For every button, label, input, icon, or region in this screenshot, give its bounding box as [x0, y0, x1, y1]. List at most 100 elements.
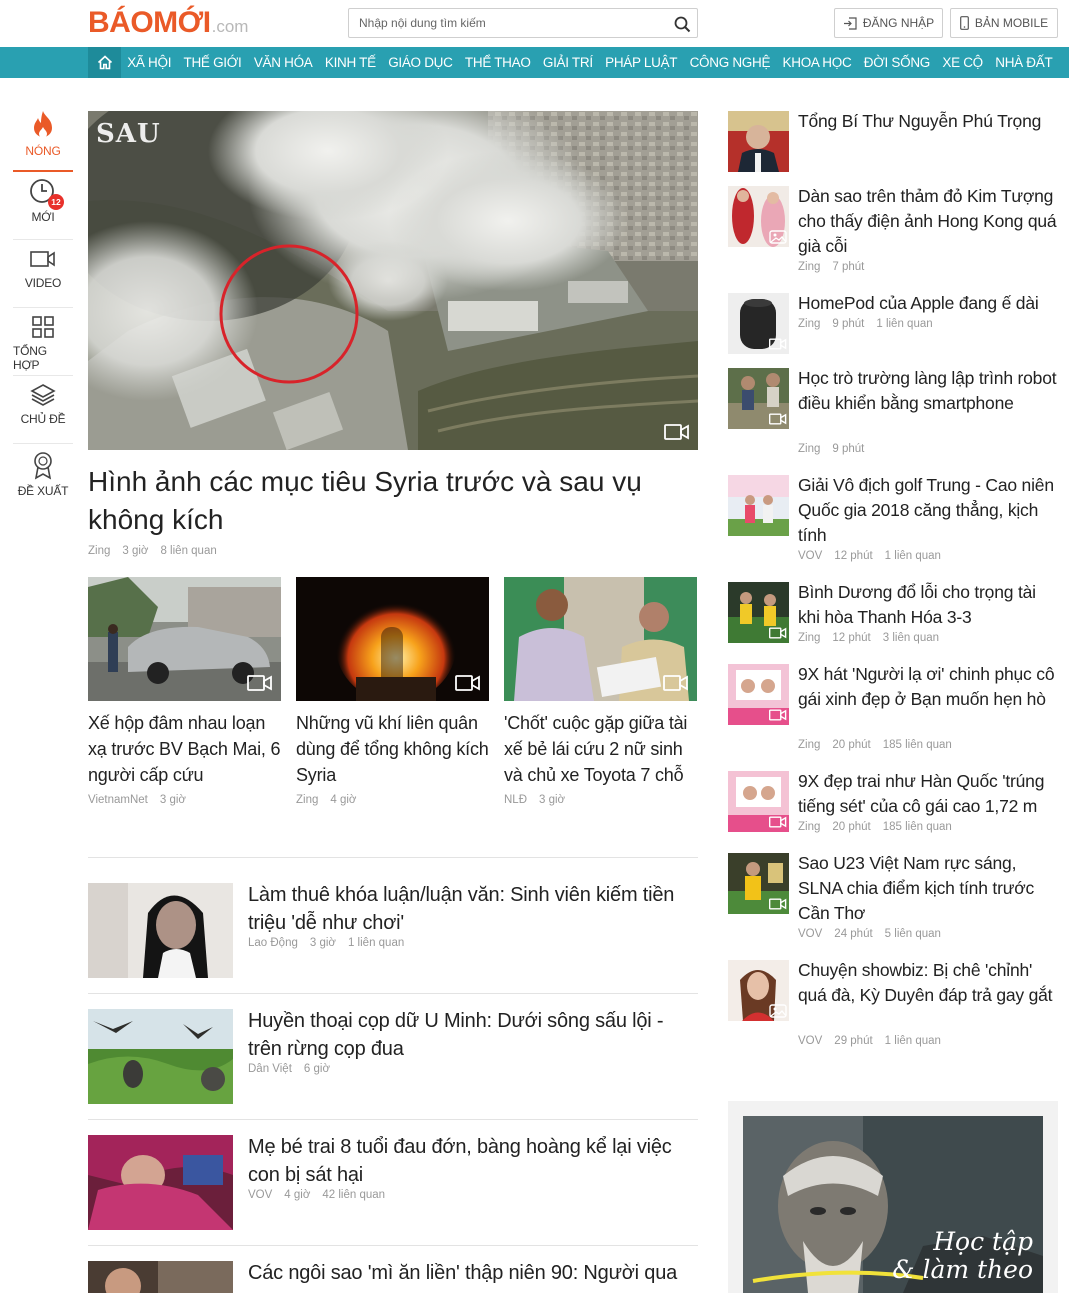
side-image[interactable] — [728, 111, 789, 172]
list-source[interactable]: VOV — [248, 1189, 272, 1201]
side-source[interactable]: VOV — [798, 928, 822, 940]
side-image[interactable] — [728, 475, 789, 536]
rail-item-suggest[interactable]: ĐỀ XUẤT — [13, 444, 73, 512]
login-icon — [843, 16, 857, 30]
site-logo[interactable]: BÁOMỚI .com — [88, 6, 248, 42]
side-title[interactable]: Chuyện showbiz: Bị chê 'chỉnh' quá đà, K… — [798, 958, 1060, 1008]
nav-item[interactable]: KHOA HỌC — [776, 47, 857, 78]
login-button[interactable]: ĐĂNG NHẬP — [834, 8, 943, 38]
card-item[interactable]: Những vũ khí liên quân dùng để tổng khôn… — [296, 577, 489, 806]
side-image[interactable] — [728, 771, 789, 832]
nav-item[interactable]: XE CỘ — [936, 47, 989, 78]
list-item[interactable]: Các ngôi sao 'mì ăn liền' thập niên 90: … — [88, 1261, 698, 1293]
home-icon[interactable] — [88, 47, 121, 78]
list-item[interactable]: Làm thuê khóa luận/luận văn: Sinh viên k… — [88, 883, 698, 979]
card-title[interactable]: Xế hộp đâm nhau loạn xạ trước BV Bạch Ma… — [88, 710, 281, 788]
side-title[interactable]: Tổng Bí Thư Nguyễn Phú Trọng — [798, 109, 1060, 134]
rail-item-summary[interactable]: TỔNG HỢP — [13, 308, 73, 376]
card-title[interactable]: 'Chốt' cuộc gặp giữa tài xế bẻ lái cứu 2… — [504, 710, 697, 788]
side-image[interactable] — [728, 293, 789, 354]
side-related[interactable]: 1 liên quan — [885, 1035, 941, 1047]
side-related[interactable]: 185 liên quan — [883, 739, 952, 751]
card-source[interactable]: VietnamNet — [88, 794, 148, 806]
list-related[interactable]: 1 liên quan — [348, 937, 404, 949]
list-image[interactable] — [88, 1135, 233, 1230]
card-image[interactable] — [504, 577, 697, 701]
list-item[interactable]: Huyền thoại cọp dữ U Minh: Dưới sông sấu… — [88, 1009, 698, 1105]
promo-image[interactable]: Học tập & làm theo — [743, 1116, 1043, 1293]
nav-item[interactable]: THỂ THAO — [459, 47, 537, 78]
side-title[interactable]: 9X hát 'Người lạ ơi' chinh phục cô gái x… — [798, 662, 1060, 712]
list-title[interactable]: Làm thuê khóa luận/luận văn: Sinh viên k… — [248, 881, 698, 937]
side-related[interactable]: 3 liên quan — [883, 632, 939, 644]
list-source[interactable]: Dân Việt — [248, 1063, 292, 1075]
nav-item[interactable]: GIẢI TRÍ — [537, 47, 599, 78]
side-title[interactable]: Học trò trường làng lập trình robot điều… — [798, 366, 1060, 416]
side-title[interactable]: Giải Vô địch golf Trung - Cao niên Quốc … — [798, 473, 1060, 548]
side-related[interactable]: 1 liên quan — [885, 550, 941, 562]
nav-item[interactable]: XÃ HỘI — [121, 47, 177, 78]
rail-item-new[interactable]: 12 MỚI — [13, 172, 73, 240]
nav-item[interactable]: ĐỜI SỐNG — [858, 47, 937, 78]
card-meta: VietnamNet 3 giờ — [88, 794, 281, 806]
side-image[interactable] — [728, 960, 789, 1021]
nav-item[interactable]: PHÁP LUẬT — [599, 47, 683, 78]
side-source[interactable]: Zing — [798, 261, 820, 273]
rail-item-video[interactable]: VIDEO — [13, 240, 73, 308]
side-title[interactable]: HomePod của Apple đang ế dài — [798, 291, 1060, 316]
side-title[interactable]: 9X đẹp trai như Hàn Quốc 'trúng tiếng sé… — [798, 769, 1060, 819]
nav-item[interactable]: CÔNG NGHỆ — [683, 47, 776, 78]
side-image[interactable] — [728, 368, 789, 429]
hero-title[interactable]: Hình ảnh các mục tiêu Syria trước và sau… — [88, 463, 698, 539]
card-source[interactable]: NLĐ — [504, 794, 527, 806]
nav-item[interactable]: THẾ GIỚI — [177, 47, 247, 78]
nav-item[interactable]: NHÀ ĐẤT — [989, 47, 1059, 78]
side-source[interactable]: VOV — [798, 550, 822, 562]
side-source[interactable]: Zing — [798, 739, 820, 751]
card-image[interactable] — [296, 577, 489, 701]
side-related[interactable]: 1 liên quan — [876, 318, 932, 330]
side-image[interactable] — [728, 186, 789, 247]
rail-item-hot[interactable]: NÓNG — [13, 104, 73, 172]
hero-related[interactable]: 8 liên quan — [160, 545, 216, 557]
hero-source[interactable]: Zing — [88, 545, 110, 557]
side-source[interactable]: Zing — [798, 318, 820, 330]
side-title[interactable]: Dàn sao trên thảm đỏ Kim Tượng cho thấy … — [798, 184, 1060, 259]
mobile-button[interactable]: BẢN MOBILE — [950, 8, 1058, 38]
list-title[interactable]: Mẹ bé trai 8 tuổi đau đớn, bàng hoàng kể… — [248, 1133, 698, 1189]
card-item[interactable]: Xế hộp đâm nhau loạn xạ trước BV Bạch Ma… — [88, 577, 281, 806]
side-source[interactable]: Zing — [798, 821, 820, 833]
side-time: 20 phút — [832, 739, 871, 751]
hero-image[interactable]: SAU — [88, 111, 698, 450]
side-related[interactable]: 5 liên quan — [885, 928, 941, 940]
side-title[interactable]: Bình Dương đổ lỗi cho trọng tài khi hòa … — [798, 580, 1060, 630]
promo-banner[interactable]: Học tập & làm theo — [728, 1101, 1058, 1293]
side-related[interactable]: 185 liên quan — [883, 821, 952, 833]
card-title[interactable]: Những vũ khí liên quân dùng để tổng khôn… — [296, 710, 489, 788]
side-time: 7 phút — [832, 261, 865, 273]
list-related[interactable]: 42 liên quan — [322, 1189, 385, 1201]
side-image[interactable] — [728, 664, 789, 725]
side-source[interactable]: Zing — [798, 632, 820, 644]
nav-item[interactable]: KINH TẾ — [319, 47, 382, 78]
side-title[interactable]: Sao U23 Việt Nam rực sáng, SLNA chia điể… — [798, 851, 1060, 926]
list-title[interactable]: Huyền thoại cọp dữ U Minh: Dưới sông sấu… — [248, 1007, 698, 1063]
side-image[interactable] — [728, 582, 789, 643]
rail-item-topics[interactable]: CHỦ ĐỀ — [13, 376, 73, 444]
side-source[interactable]: Zing — [798, 443, 820, 455]
list-image[interactable] — [88, 1009, 233, 1104]
list-source[interactable]: Lao Động — [248, 937, 298, 949]
card-item[interactable]: 'Chốt' cuộc gặp giữa tài xế bẻ lái cứu 2… — [504, 577, 697, 806]
card-image[interactable] — [88, 577, 281, 701]
search-input[interactable] — [349, 16, 659, 30]
list-image[interactable] — [88, 1261, 233, 1293]
card-source[interactable]: Zing — [296, 794, 318, 806]
list-item[interactable]: Mẹ bé trai 8 tuổi đau đớn, bàng hoàng kể… — [88, 1135, 698, 1231]
side-source[interactable]: VOV — [798, 1035, 822, 1047]
search-icon[interactable] — [671, 13, 693, 35]
nav-item[interactable]: VĂN HÓA — [248, 47, 319, 78]
list-image[interactable] — [88, 883, 233, 978]
list-title[interactable]: Các ngôi sao 'mì ăn liền' thập niên 90: … — [248, 1259, 698, 1287]
nav-item[interactable]: GIÁO DỤC — [382, 47, 459, 78]
side-image[interactable] — [728, 853, 789, 914]
